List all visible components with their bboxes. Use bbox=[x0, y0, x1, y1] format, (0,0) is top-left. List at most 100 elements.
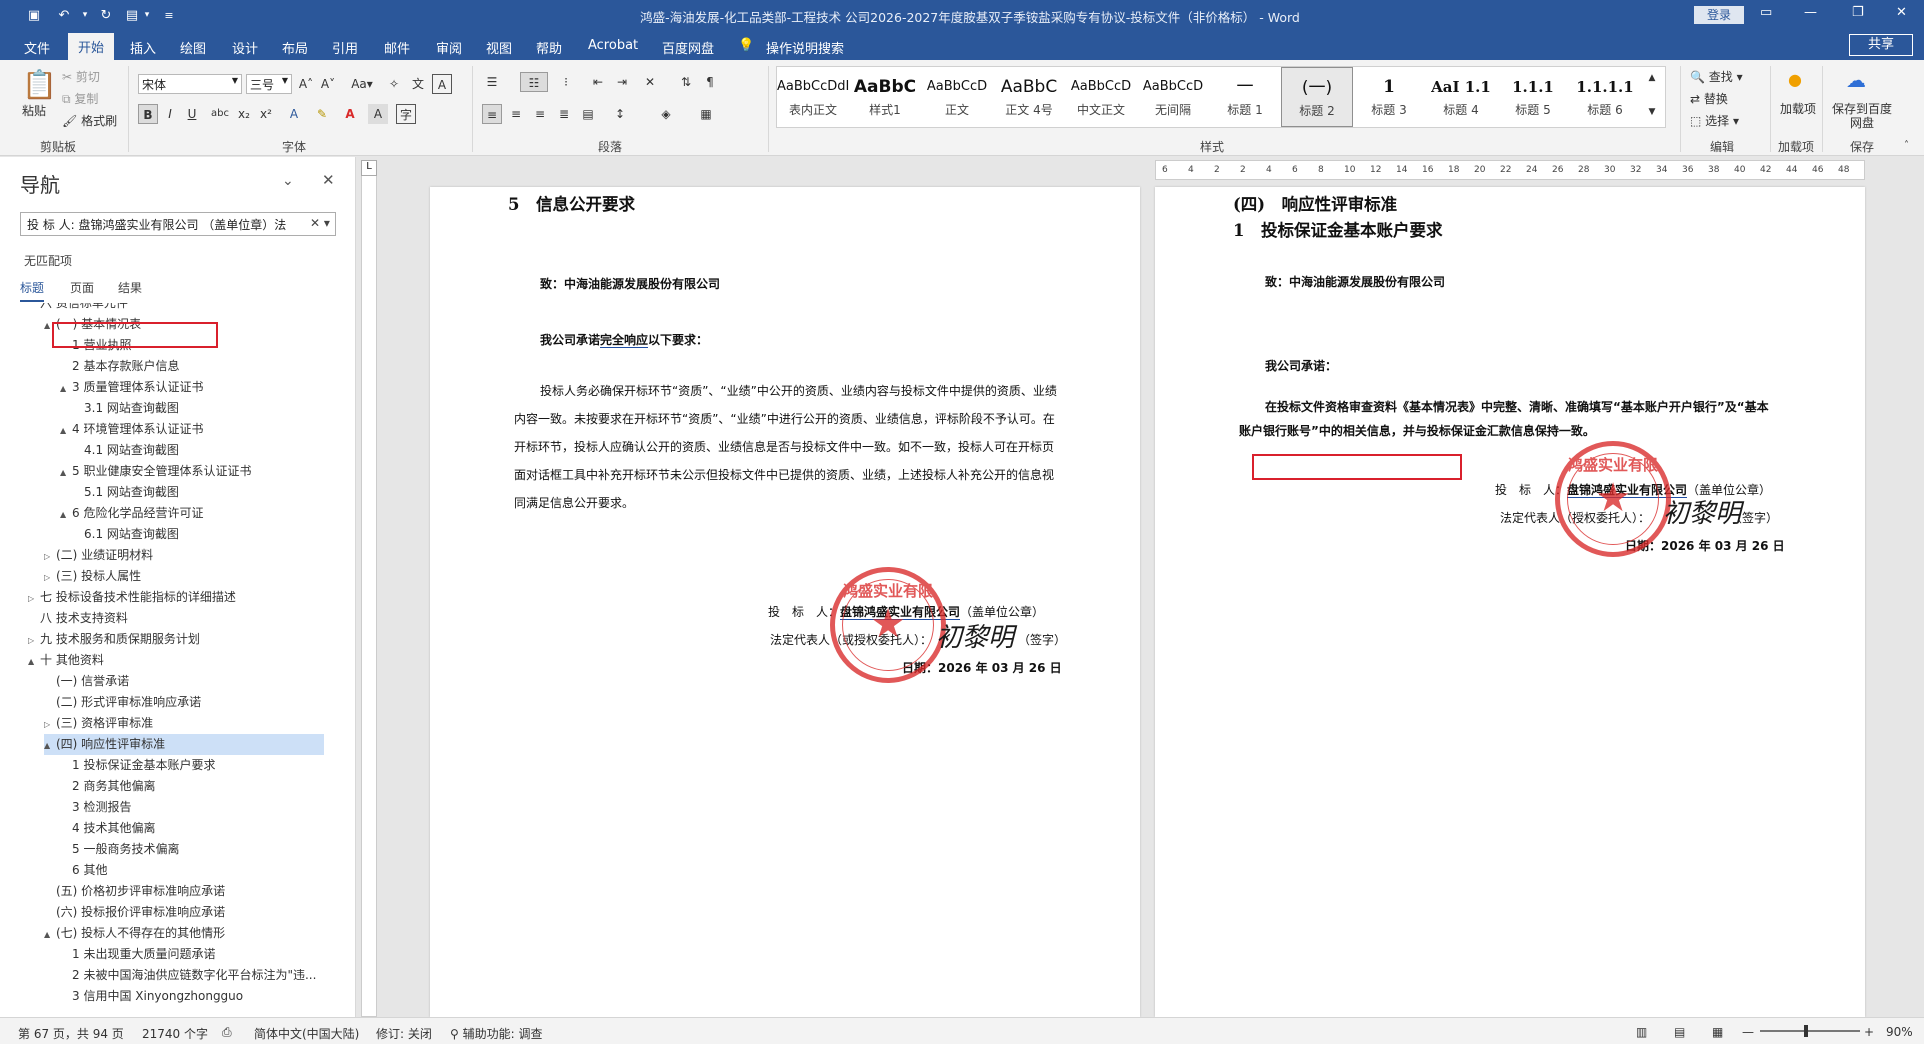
word-count[interactable]: 21740 个字 bbox=[142, 1025, 208, 1042]
customize-quick-access-icon[interactable]: ≡ bbox=[162, 6, 176, 24]
underline-icon[interactable]: U bbox=[182, 104, 202, 124]
collapse-arrow-icon[interactable]: ▲ bbox=[60, 462, 72, 483]
collapse-arrow-icon[interactable]: ▲ bbox=[60, 420, 72, 441]
nav-heading-item[interactable]: 1 投标保证金基本账户要求 bbox=[60, 755, 215, 776]
clear-format-icon[interactable]: ✧ bbox=[384, 74, 404, 94]
sort-icon[interactable]: ⇅ bbox=[676, 72, 696, 92]
distributed-icon[interactable]: ▤ bbox=[578, 104, 598, 124]
multilevel-list-icon[interactable]: ⁝ bbox=[556, 72, 576, 92]
print-layout-icon[interactable]: ▤ bbox=[1674, 1025, 1685, 1039]
nav-heading-item[interactable]: 4 技术其他偏离 bbox=[60, 818, 155, 839]
cut-button[interactable]: ✂ 剪切 bbox=[62, 68, 100, 85]
tab-view[interactable]: 视图 bbox=[486, 38, 512, 57]
tab-references[interactable]: 引用 bbox=[332, 38, 358, 57]
nav-tab-pages[interactable]: 页面 bbox=[70, 279, 94, 296]
increase-indent-icon[interactable]: ⇥ bbox=[612, 72, 632, 92]
subscript-icon[interactable]: x₂ bbox=[234, 104, 254, 124]
nav-heading-item[interactable]: ▷ (二) 业绩证明材料 bbox=[44, 545, 153, 566]
font-color-icon[interactable]: A bbox=[340, 104, 360, 124]
collapse-arrow-icon[interactable]: ▲ bbox=[60, 378, 72, 399]
style-item[interactable]: AaBbC 正文 4号 bbox=[993, 67, 1065, 127]
expand-arrow-icon[interactable]: ▷ bbox=[44, 546, 56, 567]
show-marks-icon[interactable]: ¶ bbox=[700, 72, 720, 92]
nav-heading-item[interactable]: 6 其他 bbox=[60, 860, 107, 881]
undo-icon[interactable]: ↶ bbox=[54, 6, 74, 24]
style-item[interactable]: AaBbC 样式1 bbox=[849, 67, 921, 127]
paste-icon[interactable]: 📋 bbox=[22, 68, 57, 101]
nav-heading-item[interactable]: 4.1 网站查询截图 bbox=[72, 440, 179, 461]
search-clear-icon[interactable]: ✕ ▾ bbox=[310, 216, 330, 230]
addressee[interactable]: 致：中海油能源发展股份有限公司 bbox=[1265, 273, 1445, 290]
style-item[interactable]: AaBbCcD 中文正文 bbox=[1065, 67, 1137, 127]
style-item[interactable]: 1.1.1 标题 5 bbox=[1497, 67, 1569, 127]
nav-heading-item[interactable]: 2 未被中国海油供应链数字化平台标注为"违... bbox=[60, 965, 316, 986]
nav-heading-item[interactable]: (一) 信誉承诺 bbox=[44, 671, 129, 692]
nav-heading-item[interactable]: 2 商务其他偏离 bbox=[60, 776, 155, 797]
close-icon[interactable]: ✕ bbox=[1896, 5, 1907, 20]
bold-icon[interactable]: B bbox=[138, 104, 158, 124]
nav-heading-item[interactable]: ▷ (三) 资格评审标准 bbox=[44, 713, 153, 734]
zoom-level[interactable]: 90% bbox=[1886, 1025, 1913, 1039]
tab-review[interactable]: 审阅 bbox=[436, 38, 462, 57]
save-icon[interactable]: ▣ bbox=[24, 6, 44, 24]
format-painter-button[interactable]: 🖌 格式刷 bbox=[62, 112, 117, 129]
share-button[interactable]: 共享 bbox=[1849, 34, 1913, 56]
body-paragraph[interactable]: 在投标文件资格审查资料《基本情况表》中完整、清晰、准确填写“基本账户开户银行”及… bbox=[1239, 395, 1769, 443]
nav-heading-item[interactable]: (六) 投标报价评审标准响应承诺 bbox=[44, 902, 225, 923]
subsection-heading[interactable]: 1 投标保证金基本账户要求 bbox=[1233, 217, 1442, 241]
baidu-cloud-icon[interactable]: ☁ bbox=[1846, 68, 1866, 92]
web-layout-icon[interactable]: ▦ bbox=[1712, 1025, 1723, 1039]
nav-options-icon[interactable]: ⌄ bbox=[282, 173, 294, 189]
style-item[interactable]: 一标题 1 bbox=[1209, 67, 1281, 127]
page-count[interactable]: 第 67 页，共 94 页 bbox=[18, 1025, 124, 1042]
accessibility-status[interactable]: ⚲ 辅助功能: 调查 bbox=[450, 1025, 542, 1042]
expand-arrow-icon[interactable]: ▷ bbox=[44, 567, 56, 588]
tab-mailings[interactable]: 邮件 bbox=[384, 38, 410, 57]
section-heading[interactable]: (四) 响应性评审标准 bbox=[1233, 191, 1397, 215]
nav-heading-item[interactable]: ▷ 七 投标设备技术性能指标的详细描述 bbox=[28, 587, 236, 608]
align-left-icon[interactable]: ≡ bbox=[482, 104, 502, 124]
style-item[interactable]: AaBbCcD 正文 bbox=[921, 67, 993, 127]
style-item[interactable]: 1.1.1.1 标题 6 bbox=[1569, 67, 1641, 127]
collapse-arrow-icon[interactable]: ▲ bbox=[28, 651, 40, 672]
nav-heading-item[interactable]: ▲ 6 危险化学品经营许可证 bbox=[60, 503, 203, 524]
borders-icon[interactable]: ▦ bbox=[696, 104, 716, 124]
change-case-icon[interactable]: Aa▾ bbox=[348, 74, 376, 94]
justify-icon[interactable]: ≣ bbox=[554, 104, 574, 124]
nav-heading-item[interactable]: ▲ 5 职业健康安全管理体系认证证书 bbox=[60, 461, 251, 482]
nav-heading-item[interactable]: ▲ 十 其他资料 bbox=[28, 650, 104, 671]
redo-icon[interactable]: ↻ bbox=[96, 6, 116, 24]
login-button[interactable]: 登录 bbox=[1694, 6, 1744, 24]
style-item[interactable]: AaBbCcD 无间隔 bbox=[1137, 67, 1209, 127]
nav-heading-item[interactable]: 5 一般商务技术偏离 bbox=[60, 839, 179, 860]
collapse-arrow-icon[interactable]: ▲ bbox=[44, 924, 56, 945]
tell-me-search[interactable]: 操作说明搜索 bbox=[766, 38, 844, 57]
promise-line[interactable]: 我公司承诺： bbox=[1265, 357, 1337, 374]
tab-baidu[interactable]: 百度网盘 bbox=[662, 38, 714, 57]
expand-arrow-icon[interactable]: ▷ bbox=[28, 630, 40, 651]
nav-search-input[interactable]: 投 标 人: 盘锦鸿盛实业有限公司 （盖单位章）法 bbox=[20, 212, 336, 236]
tab-help[interactable]: 帮助 bbox=[536, 38, 562, 57]
grow-font-icon[interactable]: A˄ bbox=[296, 74, 316, 94]
addressee[interactable]: 致：中海油能源发展股份有限公司 bbox=[540, 275, 720, 292]
tab-selector-icon[interactable]: L bbox=[361, 160, 377, 176]
phonetic-guide-icon[interactable]: 文 bbox=[408, 74, 428, 94]
character-shading-icon[interactable]: A bbox=[368, 104, 388, 124]
tab-design[interactable]: 设计 bbox=[232, 38, 258, 57]
zoom-in-icon[interactable]: + bbox=[1864, 1025, 1874, 1039]
font-size-combo[interactable]: 三号 ▼ bbox=[246, 74, 292, 94]
tab-layout[interactable]: 布局 bbox=[282, 38, 308, 57]
nav-heading-item[interactable]: 八 技术支持资料 bbox=[28, 608, 128, 629]
styles-scroll-up-icon[interactable]: ▲ bbox=[1644, 68, 1660, 88]
zoom-out-icon[interactable]: — bbox=[1742, 1025, 1754, 1039]
tab-file[interactable]: 文件 bbox=[24, 38, 50, 57]
nav-tab-headings[interactable]: 标题 bbox=[20, 279, 45, 302]
nav-heading-item[interactable]: 3 检测报告 bbox=[60, 797, 131, 818]
tab-draw[interactable]: 绘图 bbox=[180, 38, 206, 57]
nav-heading-item[interactable]: ▲ (四) 响应性评审标准 bbox=[44, 734, 324, 755]
nav-heading-item[interactable]: 3 信用中国 Xinyongzhongguo bbox=[60, 986, 243, 1007]
track-changes-status[interactable]: 修订: 关闭 bbox=[376, 1025, 432, 1042]
promise-line[interactable]: 我公司承诺完全响应以下要求： bbox=[540, 331, 708, 348]
style-item[interactable]: AaI 1.1 标题 4 bbox=[1425, 67, 1497, 127]
expand-arrow-icon[interactable]: ▷ bbox=[44, 714, 56, 735]
